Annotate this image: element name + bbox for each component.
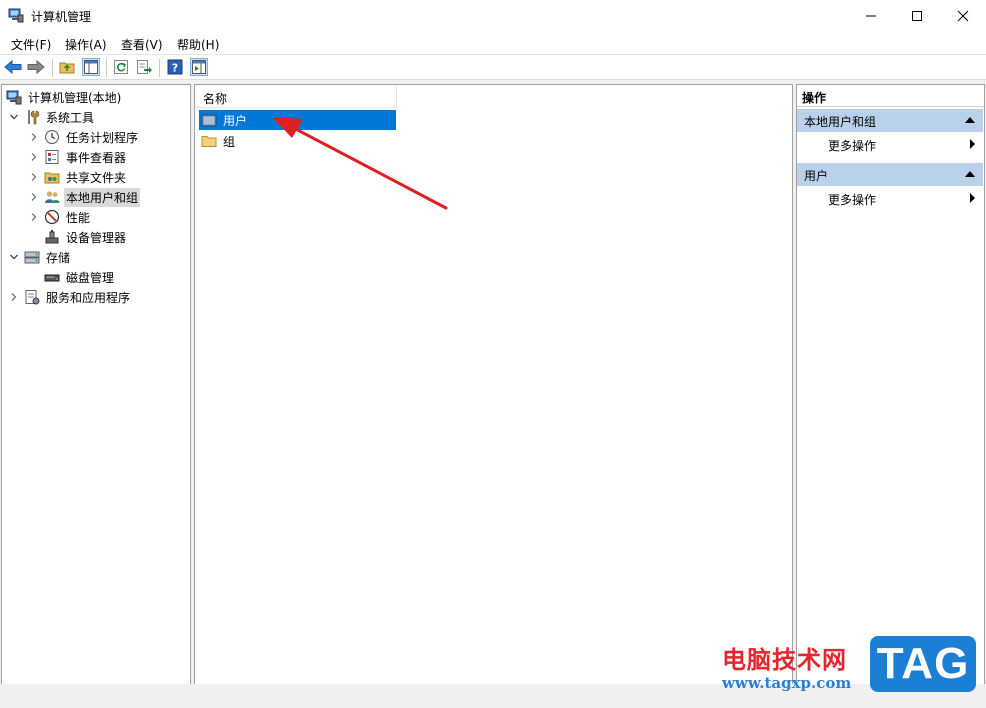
watermark: 电脑技术网 www.tagxp.com TAG: [722, 636, 982, 702]
watermark-logo: TAG: [870, 636, 976, 692]
annotation-arrow: [272, 117, 448, 210]
watermark-text: 电脑技术网: [722, 646, 847, 674]
watermark-url: www.tagxp.com: [722, 674, 852, 692]
